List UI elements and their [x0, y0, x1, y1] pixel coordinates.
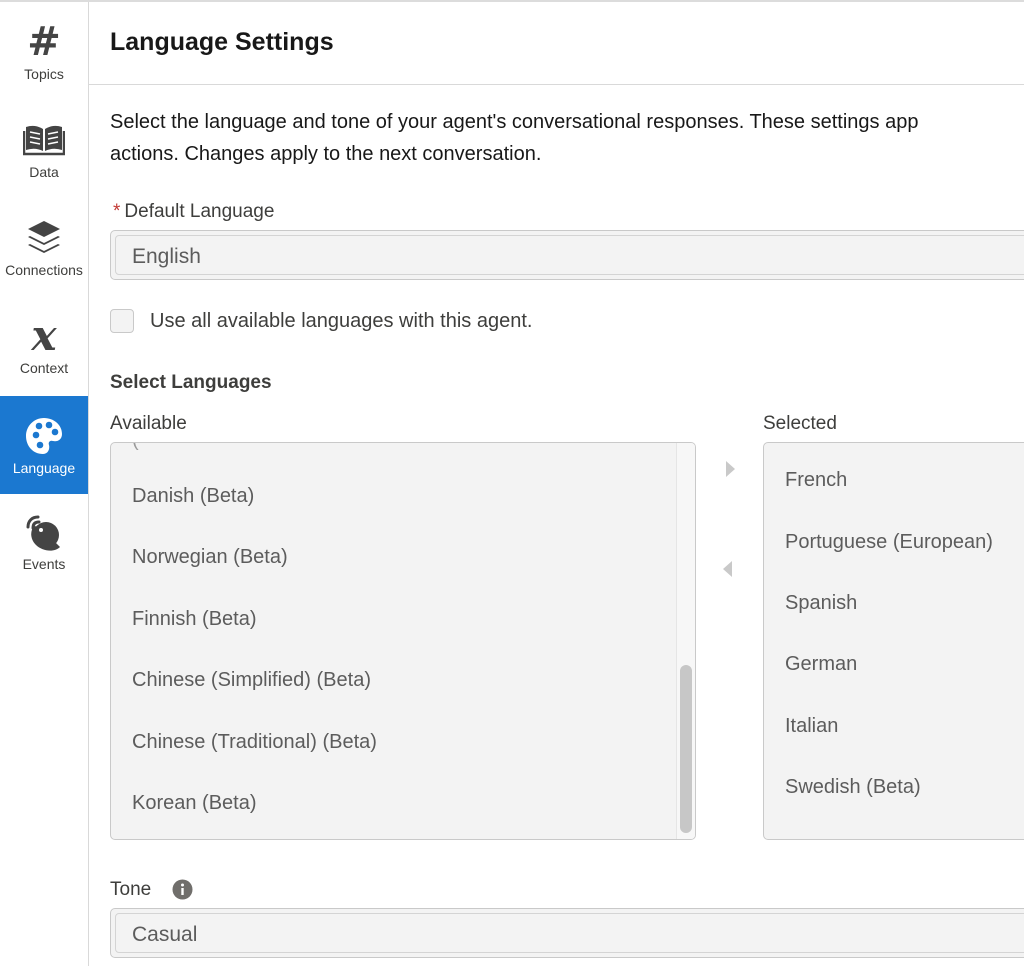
sidebar-item-label: Connections: [5, 262, 83, 278]
selected-label: Selected: [763, 413, 837, 434]
sidebar-item-context[interactable]: x Context: [0, 296, 88, 394]
sidebar-item-label: Data: [29, 164, 59, 180]
list-item[interactable]: Korean (Beta): [132, 792, 257, 815]
satellite-icon: [24, 510, 64, 554]
sidebar-item-label: Events: [22, 556, 66, 572]
sidebar-item-topics[interactable]: # Topics: [0, 2, 88, 100]
sidebar-item-label: Topics: [24, 66, 64, 82]
chevron-right-icon: [726, 461, 735, 477]
default-language-label: * Default Language: [113, 201, 274, 223]
description-line-1: Select the language and tone of your age…: [110, 111, 919, 133]
scrollbar-thumb[interactable]: [680, 665, 692, 833]
list-item[interactable]: Finnish (Beta): [132, 608, 257, 631]
tone-select[interactable]: Casual: [110, 908, 1024, 958]
tone-label: Tone: [110, 879, 152, 900]
palette-icon: [24, 414, 64, 458]
available-label: Available: [110, 413, 187, 434]
required-marker: *: [113, 201, 121, 222]
list-item[interactable]: Spanish: [785, 592, 857, 615]
page-header: Language Settings: [89, 2, 1024, 85]
sidebar-item-events[interactable]: Events: [0, 492, 88, 590]
default-language-label-text: Default Language: [124, 201, 275, 222]
sidebar-item-label: Language: [12, 460, 76, 476]
list-item[interactable]: Italian: [785, 715, 838, 738]
description-line-2: actions. Changes apply to the next conve…: [110, 143, 542, 165]
hash-icon: #: [27, 19, 61, 65]
page-title: Language Settings: [110, 28, 334, 56]
list-item[interactable]: French: [785, 469, 847, 492]
list-item[interactable]: German: [785, 653, 857, 676]
info-icon[interactable]: [172, 879, 193, 900]
sidebar-item-language[interactable]: Language: [0, 396, 88, 494]
chevron-left-icon: [723, 561, 732, 577]
book-icon: [23, 118, 65, 162]
default-language-select[interactable]: English: [110, 230, 1024, 280]
move-left-button[interactable]: [718, 559, 738, 579]
list-item[interactable]: Chinese (Traditional) (Beta): [132, 731, 377, 754]
use-all-languages-checkbox[interactable]: [110, 309, 134, 333]
variable-x-icon: x: [31, 311, 57, 360]
tone-value: Casual: [132, 923, 198, 946]
list-item[interactable]: Chinese (Simplified) (Beta): [132, 669, 371, 692]
sidebar-item-connections[interactable]: Connections: [0, 198, 88, 296]
partially-hidden-option: (: [132, 443, 139, 452]
layers-icon: [26, 216, 62, 260]
listbox-scrollbar[interactable]: [676, 443, 695, 839]
sidebar: # Topics Data Connections x Context Lang…: [0, 2, 89, 966]
available-languages-listbox[interactable]: ( Danish (Beta) Norwegian (Beta) Finnish…: [110, 442, 696, 840]
list-item[interactable]: Danish (Beta): [132, 485, 254, 508]
move-right-button[interactable]: [720, 459, 740, 479]
selected-languages-listbox[interactable]: French Portuguese (European) Spanish Ger…: [763, 442, 1024, 840]
description: Select the language and tone of your age…: [110, 106, 1024, 170]
select-inner-frame: [115, 235, 1024, 275]
list-item[interactable]: Portuguese (European): [785, 531, 993, 554]
sidebar-item-label: Context: [19, 360, 69, 376]
select-inner-frame: [115, 913, 1024, 953]
default-language-value: English: [132, 245, 201, 268]
use-all-languages-label: Use all available languages with this ag…: [150, 310, 533, 332]
list-item[interactable]: Swedish (Beta): [785, 776, 921, 799]
list-item[interactable]: Norwegian (Beta): [132, 546, 288, 569]
sidebar-item-data[interactable]: Data: [0, 100, 88, 198]
select-languages-heading: Select Languages: [110, 372, 272, 393]
